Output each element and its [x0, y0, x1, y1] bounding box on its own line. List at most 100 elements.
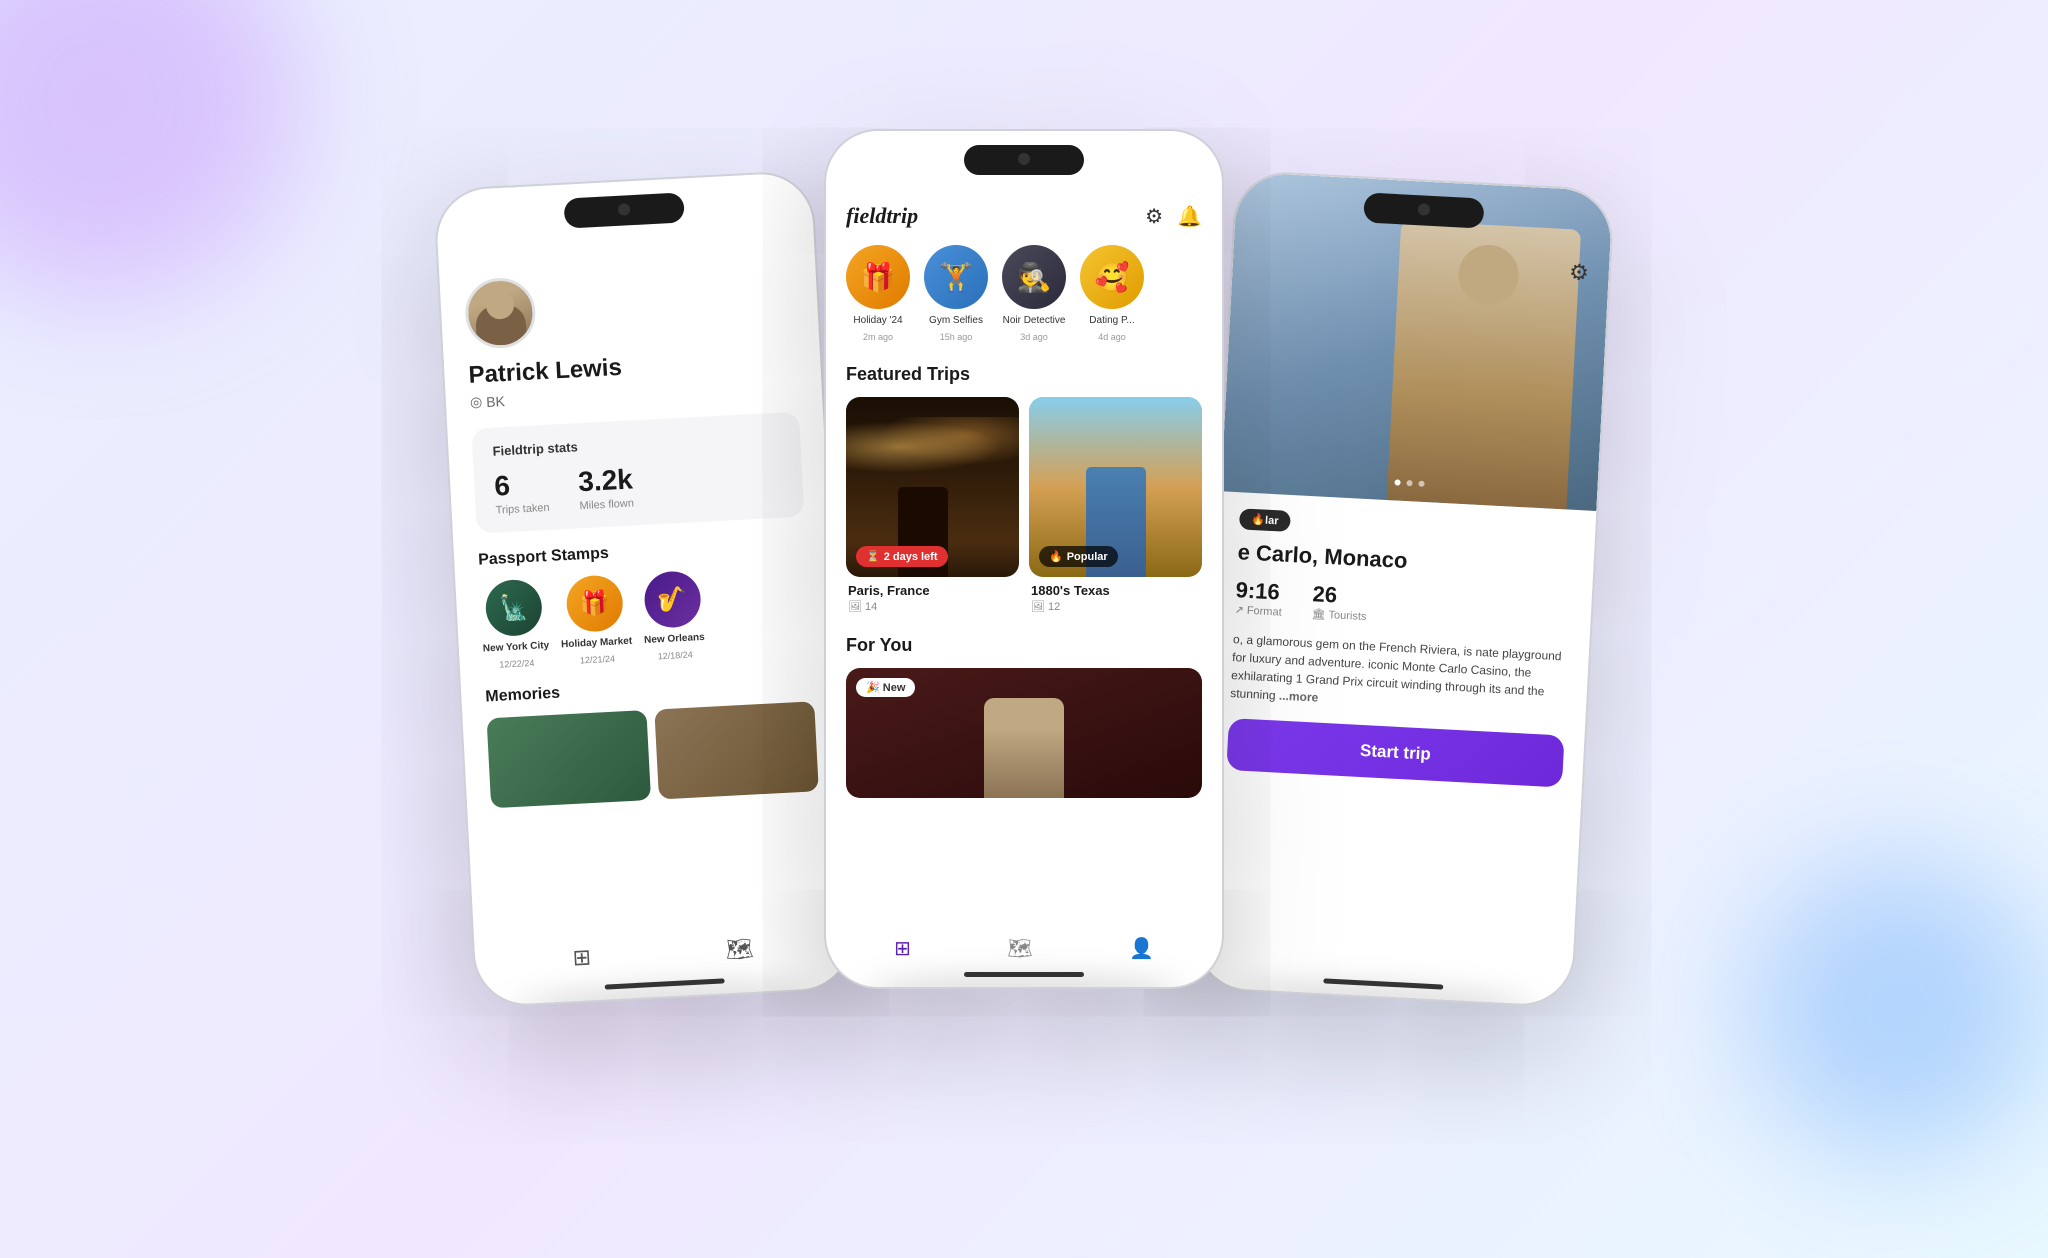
center-tab-map[interactable]: 🗺 — [1007, 936, 1032, 961]
format-icon: ↗ — [1234, 603, 1244, 616]
hero-photo: ⚙ — [1221, 172, 1613, 511]
user-location: ◎ BK — [470, 392, 506, 411]
paris-info: Paris, France 🖼 14 — [846, 577, 1019, 613]
phones-container: Patrick Lewis ◎ BK Fieldtrip stats 6 Tri — [424, 79, 1624, 1179]
stamp-holiday: 🎁 Holiday Market 12/21/24 — [558, 574, 634, 667]
avatar-image — [467, 280, 534, 347]
popular-badge: 🔥 lar — [1239, 508, 1291, 532]
story-noir[interactable]: 🕵️ Noir Detective 3d ago — [1002, 245, 1066, 342]
location-icon: ◎ — [470, 393, 483, 411]
phone-right: ⚙ 🔥 lar e Carlo, Monaco — [1193, 170, 1615, 1009]
memories-title: Memories — [485, 671, 813, 706]
center-screen-content: fieldtrip ⚙ 🔔 🎁 Holiday '24 2m ago — [826, 191, 1222, 987]
profile-section: Patrick Lewis ◎ BK — [463, 253, 798, 411]
story-dating[interactable]: 🥰 Dating P... 4d ago — [1080, 245, 1144, 342]
trips-value: 6 — [494, 468, 550, 503]
city-name: e Carlo, Monaco — [1237, 539, 1574, 583]
settings-icon[interactable]: ⚙ — [1145, 204, 1163, 229]
tab-grid-icon[interactable]: ⊞ — [572, 944, 592, 971]
header-icons: ⚙ 🔔 — [1145, 204, 1202, 229]
photo-icon-2: 🖼 — [1031, 600, 1045, 613]
stamp-nyc-circle: 🗽 — [485, 578, 544, 637]
story-noir-time: 3d ago — [1020, 332, 1048, 342]
tourists-icon: 🏛 — [1311, 607, 1326, 621]
timer-icon: ⏳ — [866, 550, 880, 563]
tourists-stat: 26 🏛 Tourists — [1311, 581, 1368, 623]
stamps-row: 🗽 New York City 12/22/24 🎁 Holiday Marke… — [479, 564, 811, 670]
featured-section: Featured Trips ⏳ — [846, 364, 1202, 613]
stamp-nyc-date: 12/22/24 — [499, 658, 535, 670]
texas-photos: 🖼 12 — [1031, 600, 1200, 613]
left-phone-screen: Patrick Lewis ◎ BK Fieldtrip stats 6 Tri — [435, 172, 853, 1007]
more-link[interactable]: ...more — [1279, 689, 1319, 705]
stamp-nola-name: New Orleans — [644, 632, 705, 646]
memory-1 — [487, 710, 651, 808]
paris-photos: 🖼 14 — [848, 600, 1017, 613]
left-screen-content: Patrick Lewis ◎ BK Fieldtrip stats 6 Tri — [438, 232, 853, 1007]
for-you-person — [984, 698, 1064, 798]
story-gym[interactable]: 🏋️ Gym Selfies 15h ago — [924, 245, 988, 342]
dot-2 — [1406, 480, 1412, 486]
stats-row: 6 Trips taken 3.2k Miles flown — [494, 456, 784, 517]
fire-icon-right: 🔥 — [1251, 513, 1265, 527]
time-label: ↗ Format — [1234, 603, 1282, 618]
story-holiday-time: 2m ago — [863, 332, 893, 342]
for-you-card[interactable]: 🎉 New — [846, 668, 1202, 798]
user-name: Patrick Lewis — [468, 354, 623, 390]
miles-label: Miles flown — [579, 497, 634, 512]
texas-badge: 🔥 Popular — [1039, 546, 1118, 567]
stamp-nyc: 🗽 New York City 12/22/24 — [479, 578, 550, 670]
photo-icon: 🖼 — [848, 600, 862, 613]
start-trip-button[interactable]: Start trip — [1226, 718, 1564, 788]
for-you-section: For You 🎉 New — [846, 635, 1202, 798]
hero-head — [1457, 243, 1520, 306]
trip-paris-wrapper: ⏳ 2 days left Paris, France 🖼 14 — [846, 397, 1019, 613]
tab-map-icon[interactable]: 🗺 — [725, 936, 754, 963]
memories-grid — [487, 701, 819, 808]
left-screen: Patrick Lewis ◎ BK Fieldtrip stats 6 Tri — [438, 232, 843, 810]
time-stat: 9:16 ↗ Format — [1234, 577, 1283, 618]
hero-person — [1387, 220, 1581, 509]
stories-row: 🎁 Holiday '24 2m ago 🏋️ Gym Selfies 15h … — [846, 245, 1202, 342]
trips-stat: 6 Trips taken — [494, 468, 550, 517]
miles-stat: 3.2k Miles flown — [578, 463, 635, 512]
story-noir-label: Noir Detective — [1003, 315, 1066, 326]
stamp-nyc-name: New York City — [483, 640, 550, 654]
stats-title: Fieldtrip stats — [492, 429, 780, 459]
stamp-nola-circle: 🎷 — [643, 570, 702, 629]
paris-lights — [846, 417, 1019, 477]
story-holiday-circle: 🎁 — [846, 245, 910, 309]
story-holiday-label: Holiday '24 — [853, 315, 902, 326]
stamp-holiday-date: 12/21/24 — [580, 654, 616, 666]
center-phone-screen: fieldtrip ⚙ 🔔 🎁 Holiday '24 2m ago — [826, 131, 1222, 987]
right-screen: ⚙ 🔥 lar e Carlo, Monaco — [1195, 172, 1613, 1007]
tourists-label: 🏛 Tourists — [1311, 607, 1366, 623]
stamp-nola-date: 12/18/24 — [658, 650, 694, 662]
texas-info: 1880's Texas 🖼 12 — [1029, 577, 1202, 613]
center-screen: fieldtrip ⚙ 🔔 🎁 Holiday '24 2m ago — [826, 191, 1222, 798]
stats-card: Fieldtrip stats 6 Trips taken 3.2k Miles… — [471, 412, 804, 534]
tourists-value: 26 — [1312, 581, 1368, 610]
bell-icon[interactable]: 🔔 — [1177, 204, 1202, 229]
app-logo: fieldtrip — [846, 203, 918, 229]
featured-title: Featured Trips — [846, 364, 1202, 385]
story-gym-label: Gym Selfies — [929, 315, 983, 326]
story-holiday[interactable]: 🎁 Holiday '24 2m ago — [846, 245, 910, 342]
trips-label: Trips taken — [495, 502, 550, 517]
center-tab-profile[interactable]: 👤 — [1129, 936, 1154, 961]
trip-card-texas[interactable]: 🔥 Popular — [1029, 397, 1202, 577]
center-tab-grid[interactable]: ⊞ — [894, 936, 911, 961]
settings-icon-right[interactable]: ⚙ — [1568, 259, 1589, 286]
phone-left: Patrick Lewis ◎ BK Fieldtrip stats 6 Tri — [433, 170, 855, 1009]
dot-3 — [1418, 481, 1424, 487]
trip-description: o, a glamorous gem on the French Riviera… — [1230, 630, 1569, 719]
trip-card-paris[interactable]: ⏳ 2 days left — [846, 397, 1019, 577]
paris-name: Paris, France — [848, 583, 1017, 598]
center-tab-bar: ⊞ 🗺 👤 — [826, 928, 1222, 969]
stamp-nola: 🎷 New Orleans 12/18/24 — [641, 570, 706, 662]
fire-icon: 🔥 — [1049, 550, 1063, 563]
paris-badge: ⏳ 2 days left — [856, 546, 948, 567]
avatar — [464, 276, 538, 350]
trip-detail: 🔥 lar e Carlo, Monaco 9:16 ↗ Format — [1205, 491, 1596, 804]
stamp-holiday-name: Holiday Market — [561, 636, 633, 651]
